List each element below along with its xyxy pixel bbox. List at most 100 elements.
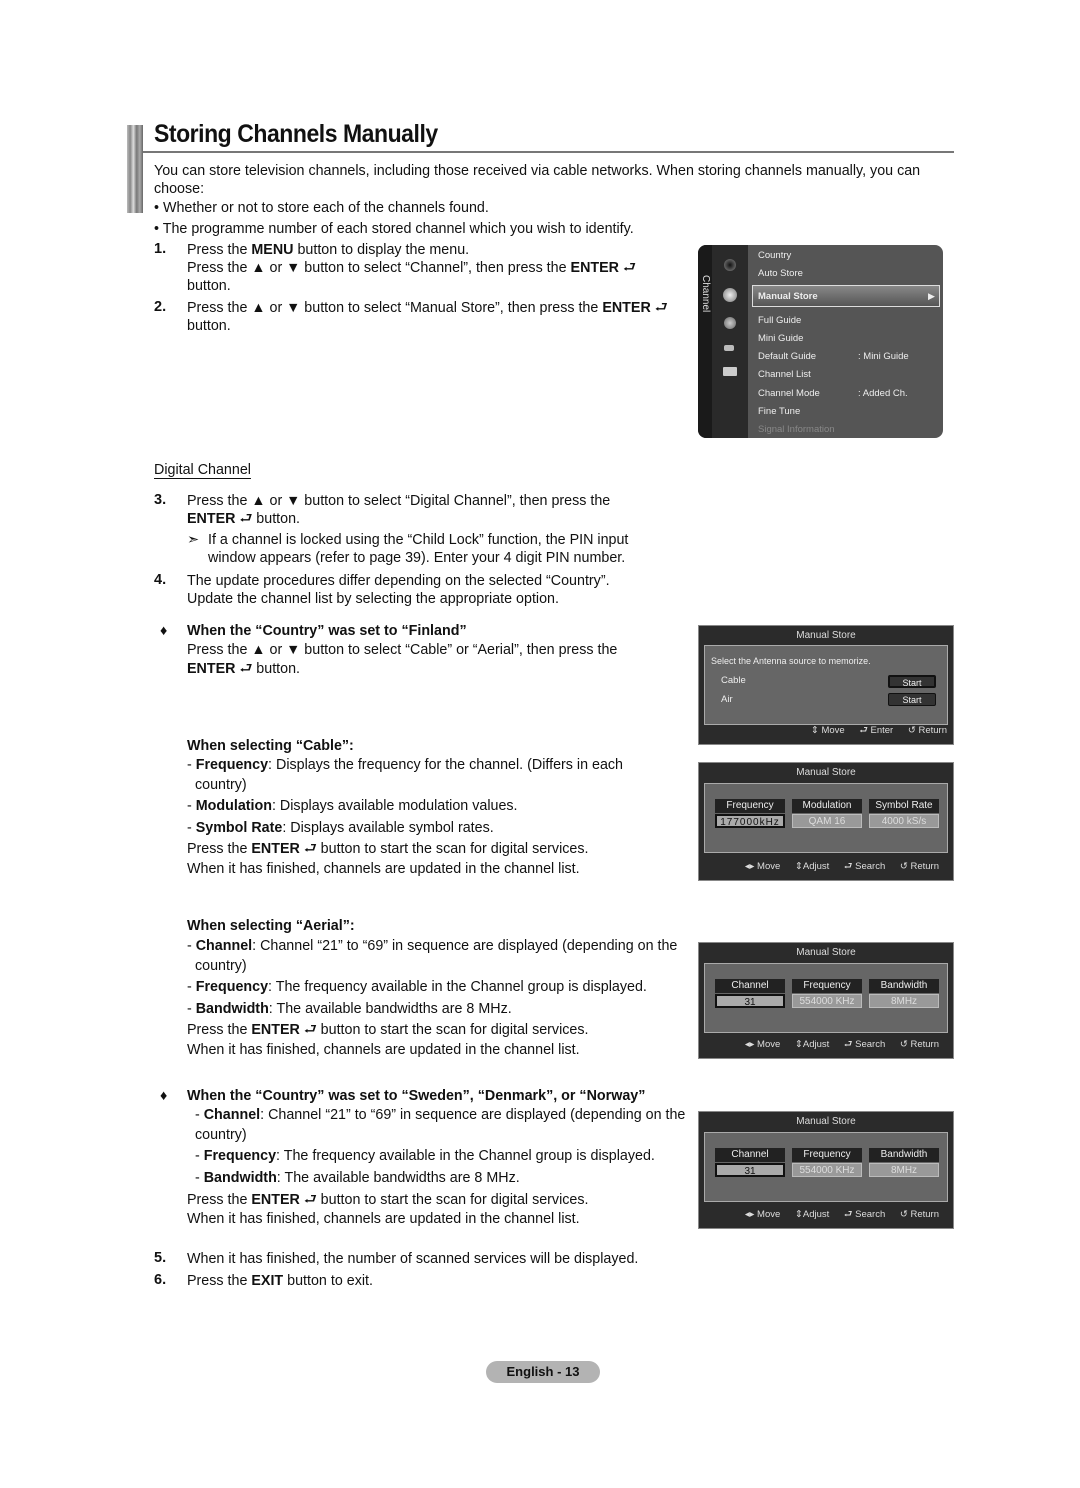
menu-item-channel-list[interactable]: Channel List [758,369,811,380]
menu-item-default-guide[interactable]: Default Guide [758,351,816,362]
menu-icon-column [712,245,748,438]
enter-icon: ⮐ [843,1039,853,1050]
cable-heading: When selecting “Cable”: [187,738,354,754]
step-5-text: When it has finished, the number of scan… [187,1251,639,1267]
move-hint: ◂▸ Move [744,1209,781,1220]
bullet-1: • Whether or not to store each of the ch… [154,200,489,216]
step-6-number: 6. [154,1272,167,1288]
enter-icon: ⮐ [654,300,668,316]
nordic-finished: When it has finished, channels are updat… [187,1211,580,1227]
bandwidth-value-field[interactable]: 8MHz [869,994,939,1008]
step-3-line-1: Press the ▲ or ▼ button to select “Digit… [187,493,611,509]
aerial-heading: When selecting “Aerial”: [187,918,355,934]
menu-item-full-guide[interactable]: Full Guide [758,315,801,326]
enter-icon: ⮐ [239,661,253,677]
step-3-line-2: ENTER ⮐ button. [187,511,301,527]
menu-item-signal-information: Signal Information [758,424,835,435]
frequency-column-header: Frequency [792,1148,862,1162]
input-icon [724,345,734,351]
aerial-finished: When it has finished, channels are updat… [187,1042,580,1058]
nordic-item-channel: - Channel: Channel “21” to “69” in seque… [195,1107,686,1123]
enter-icon: ⮐ [622,260,636,276]
menu-item-channel-mode[interactable]: Channel Mode [758,388,820,399]
nordic-enter-scan: Press the ENTER ⮐ button to start the sc… [187,1192,589,1208]
channel-menu-osd: Channel Country Auto Store Manual Store … [698,245,943,438]
menu-item-manual-store[interactable]: Manual Store [758,291,818,302]
dialog-title: Manual Store [796,1116,856,1127]
return-hint: ↺ Return [899,861,939,872]
channel-value-field[interactable]: 31 [715,994,785,1008]
nordic-heading: When the “Country” was set to “Sweden”, … [187,1088,646,1104]
antenna-prompt: Select the Antenna source to memorize. [711,656,871,666]
menu-item-mini-guide[interactable]: Mini Guide [758,333,803,344]
title-divider [143,151,954,153]
dialog-title: Manual Store [796,947,856,958]
note-line-2: window appears (refer to page 39). Enter… [208,550,626,566]
step-5-number: 5. [154,1250,167,1266]
adjust-hint: ⇕Adjust [794,861,830,872]
left-right-icon: ◂▸ [744,861,755,872]
channel-column-header: Channel [715,979,785,993]
step-1-line-3: button. [187,278,231,294]
aerial-enter-scan: Press the ENTER ⮐ button to start the sc… [187,1022,589,1038]
setup-gear-icon [724,317,736,329]
picture-icon [724,259,736,271]
manual-store-cable-dialog: Manual Store Frequency Modulation Symbol… [698,762,954,881]
bullet-1-text: Whether or not to store each of the chan… [162,200,489,216]
step-1-line-2: Press the ▲ or ▼ button to select “Chann… [187,260,636,276]
finland-heading: When the “Country” was set to “Finland” [187,623,467,639]
note-line-1: If a channel is locked using the “Child … [208,532,629,548]
cable-finished: When it has finished, channels are updat… [187,861,580,877]
manual-store-nordic-dialog: Manual Store Channel Frequency Bandwidth… [698,1111,954,1229]
menu-item-country[interactable]: Country [758,250,791,261]
submenu-arrow-icon: ▶ [928,291,935,301]
return-hint: ↺ Return [899,1209,939,1220]
move-hint: ⇕ Move [810,725,845,736]
search-hint: ⮐ Search [843,1039,886,1050]
menu-item-auto-store[interactable]: Auto Store [758,268,803,279]
channel-satellite-icon [723,288,737,302]
bullet-2-text: The programme number of each stored chan… [162,221,634,237]
frequency-value-field[interactable]: 554000 KHz [792,994,862,1008]
return-icon: ↺ [907,725,916,736]
frequency-value-field[interactable]: 177000kHz [715,814,785,828]
return-icon: ↺ [899,1039,908,1050]
intro-text: You can store television channels, inclu… [154,163,921,197]
frequency-column-header: Frequency [715,799,785,813]
menu-category-label: Channel [700,275,711,313]
cable-item-frequency-cont: country) [195,777,247,793]
step-1-line-1: Press the MENU button to display the men… [187,242,470,258]
step-2-line-1: Press the ▲ or ▼ button to select “Manua… [187,300,668,316]
step-4-line-2: Update the channel list by selecting the… [187,591,559,607]
finland-line-2: ENTER ⮐ button. [187,661,301,677]
channel-value-field[interactable]: 31 [715,1163,785,1177]
up-down-icon: ⇕ [794,1209,803,1220]
frequency-value-field[interactable]: 554000 KHz [792,1163,862,1177]
aerial-item-channel-cont: country) [195,958,247,974]
nordic-item-channel-cont: country) [195,1127,247,1143]
return-icon: ↺ [899,1209,908,1220]
move-hint: ◂▸ Move [744,1039,781,1050]
left-right-icon: ◂▸ [744,1209,755,1220]
page-number-badge: English - 13 [486,1361,600,1383]
symbol-rate-column-header: Symbol Rate [869,799,939,813]
modulation-value-field[interactable]: QAM 16 [792,814,862,828]
return-icon: ↺ [899,861,908,872]
step-4-line-1: The update procedures differ depending o… [187,573,610,589]
search-hint: ⮐ Search [843,1209,886,1220]
air-start-button[interactable]: Start [888,693,936,706]
cable-start-button[interactable]: Start [888,675,936,688]
move-hint: ◂▸ Move [744,861,781,872]
channel-column-header: Channel [715,1148,785,1162]
channel-mode-value: : Added Ch. [858,388,908,399]
aerial-item-frequency: - Frequency: The frequency available in … [187,979,647,995]
symbol-rate-value-field[interactable]: 4000 kS/s [869,814,939,828]
up-down-icon: ⇕ [810,725,819,736]
cable-item-frequency: - Frequency: Displays the frequency for … [187,757,624,773]
enter-icon: ⮐ [859,725,868,736]
bandwidth-value-field[interactable]: 8MHz [869,1163,939,1177]
page-title: Storing Channels Manually [154,120,438,148]
adjust-hint: ⇕Adjust [794,1209,830,1220]
step-2-line-2: button. [187,318,231,334]
menu-item-fine-tune[interactable]: Fine Tune [758,406,800,417]
